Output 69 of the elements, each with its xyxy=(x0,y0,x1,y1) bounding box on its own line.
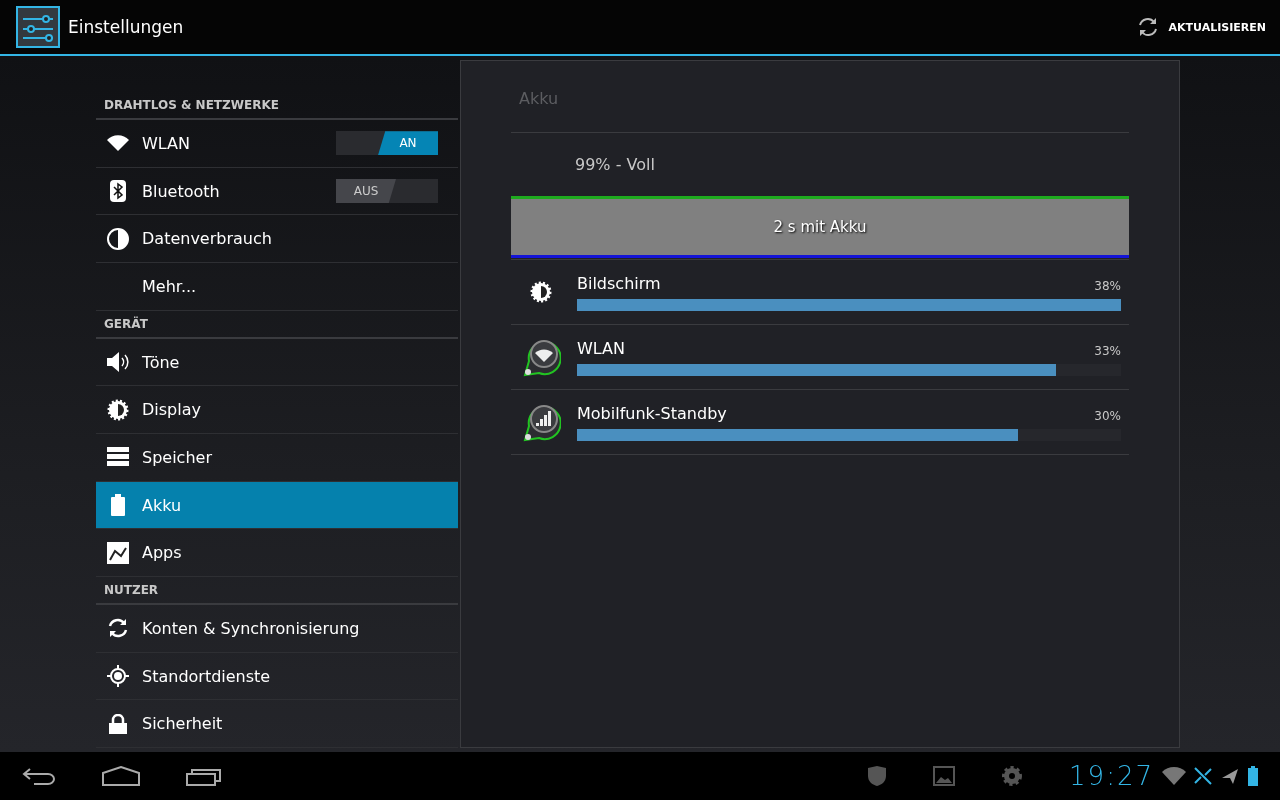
settings-item[interactable]: Datenverbrauch xyxy=(96,215,458,263)
apps-icon xyxy=(107,541,129,564)
settings-item[interactable]: Standortdienste xyxy=(96,652,458,701)
item-label: Datenverbrauch xyxy=(142,229,273,249)
settings-item[interactable]: Speicher xyxy=(96,434,458,482)
location-icon xyxy=(107,665,129,688)
app-title: Einstellungen xyxy=(68,17,185,37)
section-header: NUTZER xyxy=(96,577,458,606)
item-label: Apps xyxy=(142,543,183,563)
item-label: Speicher xyxy=(142,447,213,467)
refresh-icon xyxy=(1136,16,1159,38)
usage-row[interactable]: Bildschirm 38% xyxy=(511,259,1129,325)
item-label: Akku xyxy=(142,495,183,515)
battery-icon xyxy=(111,494,125,517)
settings-item[interactable]: Display xyxy=(96,386,458,435)
storage-icon xyxy=(107,447,129,468)
lock-icon xyxy=(109,713,127,734)
item-label: Konten & Synchronisierung xyxy=(142,618,361,638)
home-icon[interactable] xyxy=(102,766,140,786)
battery-history-graph[interactable]: 2 s mit Akku xyxy=(511,196,1129,258)
pie-chart-icon xyxy=(107,227,129,250)
back-icon[interactable] xyxy=(22,767,56,785)
section-header: GERÄT xyxy=(96,310,458,339)
status-clock: 19:27 xyxy=(1069,761,1154,791)
brightness-icon xyxy=(530,281,552,303)
gear-icon[interactable] xyxy=(1001,765,1024,787)
bluetooth-icon xyxy=(110,180,126,202)
section-header: DRAHTLOS & NETZWERKE xyxy=(96,92,458,120)
toggle-label: AUS xyxy=(336,179,396,203)
settings-item[interactable]: Sicherheit xyxy=(96,700,458,749)
settings-item[interactable]: WLAN AN xyxy=(96,120,458,168)
settings-item[interactable]: Apps xyxy=(96,529,458,578)
recent-apps-icon[interactable] xyxy=(186,766,222,786)
toggle-label: AN xyxy=(378,131,438,156)
speaker-icon xyxy=(106,351,130,373)
battery-status-icon xyxy=(1248,766,1258,786)
usage-percent: 33% xyxy=(1094,343,1121,358)
toggle-switch[interactable]: AN xyxy=(336,131,438,156)
item-label: Töne xyxy=(142,352,181,372)
usage-row[interactable]: WLAN 33% xyxy=(511,324,1129,390)
usage-row[interactable]: Mobilfunk-Standby 30% xyxy=(511,389,1129,455)
usage-name: WLAN xyxy=(577,338,625,358)
battery-status: 99% - Voll xyxy=(574,154,656,176)
settings-item[interactable]: Mehr... xyxy=(96,263,458,311)
shield-icon[interactable] xyxy=(867,765,888,787)
usage-percent: 38% xyxy=(1094,278,1121,293)
refresh-button[interactable]: AKTUALISIEREN xyxy=(1130,10,1272,44)
sync-icon xyxy=(107,617,129,640)
settings-item[interactable]: Akku xyxy=(96,481,458,530)
settings-item[interactable]: Töne xyxy=(96,338,458,387)
item-label: Standortdienste xyxy=(142,666,272,686)
settings-item[interactable]: Bluetooth AUS xyxy=(96,167,458,216)
usage-name: Mobilfunk-Standby xyxy=(577,403,727,423)
wifi-status-icon xyxy=(1162,767,1186,785)
usage-percent: 30% xyxy=(1094,408,1121,423)
wifi-icon xyxy=(107,135,129,152)
item-label: Display xyxy=(142,400,202,420)
usage-name: Bildschirm xyxy=(577,273,661,293)
panel-title: Akku xyxy=(511,61,1129,133)
brightness-icon xyxy=(107,398,129,421)
settings-app-icon xyxy=(16,6,60,48)
image-icon[interactable] xyxy=(933,766,956,786)
item-label: Sicherheit xyxy=(142,714,224,734)
data-arrows-icon xyxy=(1194,767,1212,785)
item-label: Mehr... xyxy=(142,276,198,296)
item-label: WLAN xyxy=(142,133,191,153)
toggle-switch[interactable]: AUS xyxy=(336,179,438,203)
item-label: Bluetooth xyxy=(142,181,221,201)
settings-item[interactable]: Konten & Synchronisierung xyxy=(96,605,458,653)
